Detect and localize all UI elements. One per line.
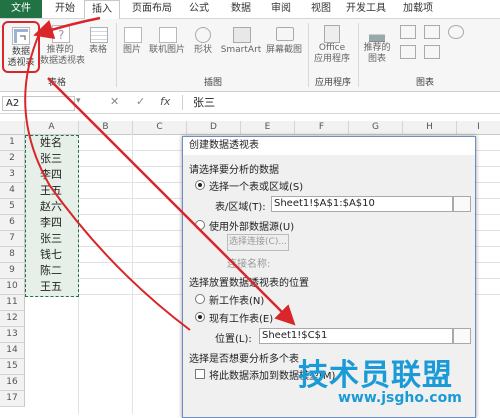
arrow-to-pivot-button [33, 16, 101, 40]
arrow-to-location [47, 77, 296, 326]
watermark-logo: 技术员联盟 [298, 358, 453, 393]
arrow-curve [24, 31, 191, 331]
watermark-url: www.jsgho.com [338, 390, 462, 406]
